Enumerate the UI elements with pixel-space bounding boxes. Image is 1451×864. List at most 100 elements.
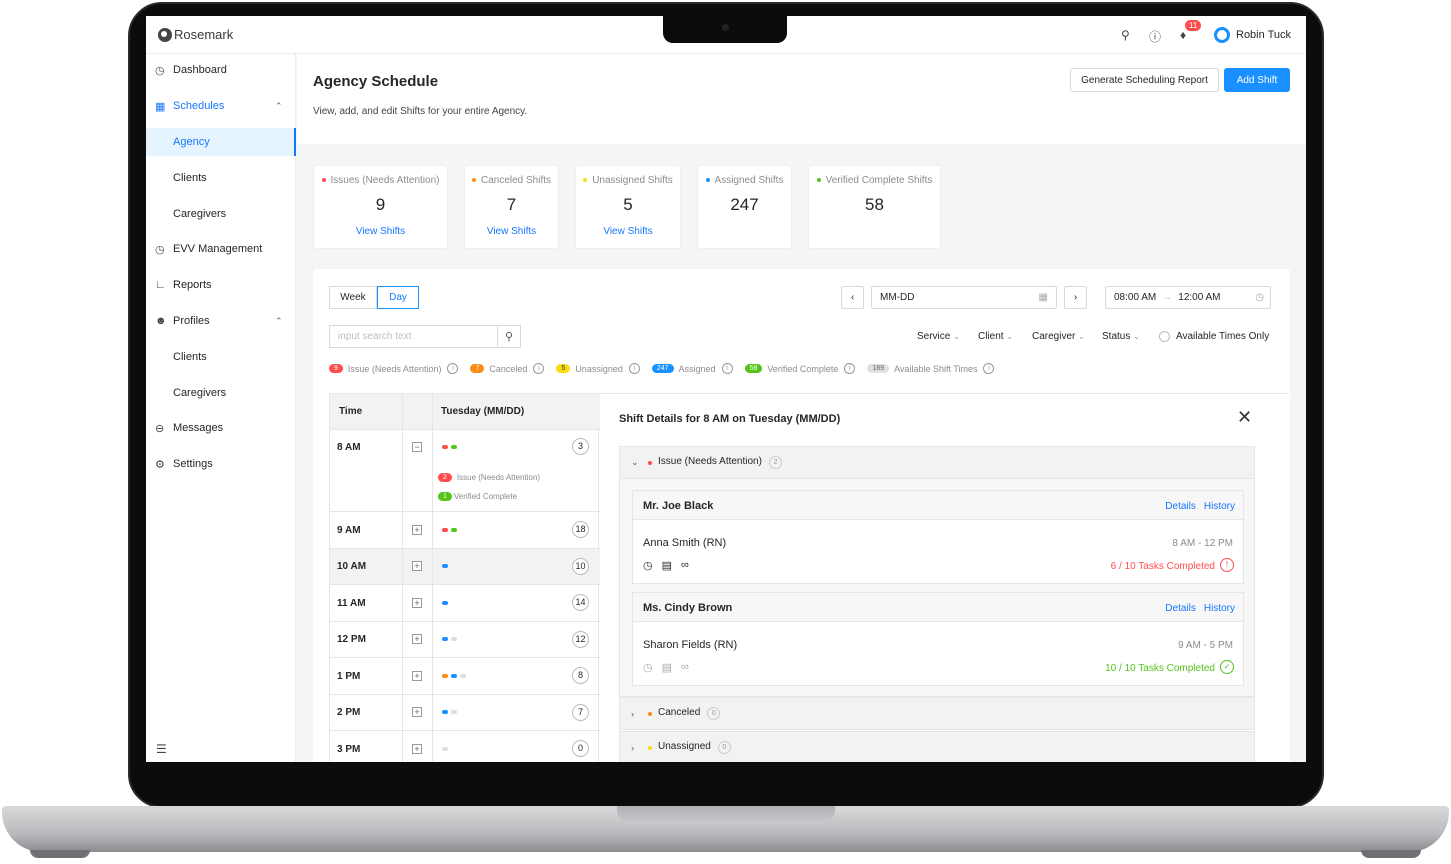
row-time: 3 PM [337,744,361,755]
logo-icon [158,27,172,42]
calendar-icon: ▦ [1038,292,1048,303]
row-time: 10 AM [337,561,367,572]
details-link[interactable]: Details [1165,603,1196,614]
sidebar-item-messages[interactable]: ⊖ Messages [146,414,296,442]
info-icon[interactable]: i [721,363,733,374]
chevron-down-icon: ⌄ [1078,332,1085,341]
tasks-completed: 6 / 10 Tasks Completed [1110,561,1215,572]
bell-icon[interactable]: ♦ [1180,28,1186,42]
tasks-completed: 10 / 10 Tasks Completed [1105,663,1215,674]
summary-card-verified: Verified Complete Shifts 58 [808,165,941,249]
sidebar-item-reports[interactable]: ∟ Reports [146,271,296,299]
search-input[interactable]: input search text [329,325,521,348]
sidebar-item-dashboard[interactable]: ◷ Dashboard [146,56,296,84]
notification-badge: 11 [1185,20,1202,31]
details-link[interactable]: Details [1165,501,1196,512]
week-toggle[interactable]: Week [329,286,377,309]
chevron-up-icon: ⌃ [275,100,283,111]
group-unassigned-header[interactable]: › Unassigned 0 [619,731,1255,762]
info-icon[interactable]: i [533,363,545,374]
brand-logo[interactable]: Rosemark [158,27,233,42]
expand-toggle[interactable]: + [412,671,422,681]
view-shifts-link[interactable]: View Shifts [314,226,447,237]
close-icon[interactable]: ✕ [1237,407,1252,428]
table-row[interactable]: 10 AM + 10 [330,549,600,585]
next-date-button[interactable]: › [1064,286,1087,309]
group-canceled-header[interactable]: › Canceled 0 [619,697,1255,730]
date-picker[interactable]: MM-DD ▦ [871,286,1057,309]
table-row[interactable]: 8 AM − 3 2 Issue (Needs Attention) 1 Verif… [330,430,600,512]
clock-icon: ◷ [1255,292,1264,303]
history-link[interactable]: History [1204,603,1235,614]
day-toggle[interactable]: Day [377,286,419,309]
sidebar-item-agency[interactable]: Agency [146,128,296,156]
table-row[interactable]: 9 AM + 18 [330,512,600,549]
chevron-right-icon: › [1073,292,1078,303]
card-value: 5 [623,195,633,214]
card-label: Issues (Needs Attention) [330,175,440,186]
sidebar-item-profiles[interactable]: ☻ Profiles ⌃ [146,307,296,335]
shift-card[interactable]: Ms. Cindy Brown Details History Sharon Fi… [632,592,1244,686]
expand-toggle[interactable]: + [412,634,422,644]
view-shifts-link[interactable]: View Shifts [465,226,558,237]
legend-label: Assigned [678,363,716,374]
row-count: 10 [572,558,589,575]
info-icon[interactable]: i [628,363,640,374]
view-shifts-link[interactable]: View Shifts [576,226,680,237]
check-icon: ✓ [1220,660,1234,674]
table-row[interactable]: 3 PM + 0 [330,731,600,762]
sidebar-item-evv[interactable]: ◷ EVV Management [146,235,296,263]
legend-label: Issue (Needs Attention) [456,473,541,482]
generate-report-button[interactable]: Generate Scheduling Report [1070,68,1219,92]
help-icon[interactable]: ⓘ [1149,28,1161,45]
status-filter[interactable]: Status ⌄ [1102,331,1140,342]
expand-toggle[interactable]: + [412,525,422,535]
sidebar-item-settings[interactable]: ⚙ Settings [146,450,296,478]
sidebar-item-profile-clients[interactable]: Clients [146,343,296,371]
caregiver-filter[interactable]: Caregiver ⌄ [1032,331,1085,342]
search-icon[interactable]: ⚲ [1121,28,1130,42]
table-row[interactable]: 11 AM + 14 [330,585,600,622]
group-issue-header[interactable]: ⌄ Issue (Needs Attention) 2 [619,446,1255,479]
history-link[interactable]: History [1204,501,1235,512]
collapse-toggle[interactable]: − [412,442,422,452]
prev-date-button[interactable]: ‹ [841,286,864,309]
table-row[interactable]: 1 PM + 8 [330,658,600,695]
search-button[interactable]: ⚲ [497,325,521,348]
info-icon[interactable]: i [447,363,459,374]
sidebar-item-schedule-caregivers[interactable]: Caregivers [146,200,296,228]
collapse-menu-icon[interactable]: ☰ [156,742,167,756]
shift-card[interactable]: Mr. Joe Black Details History Anna Smith … [632,490,1244,584]
row-count: 18 [572,521,589,538]
avatar[interactable] [1214,27,1230,43]
time-start: 08:00 AM [1114,292,1157,303]
expand-toggle[interactable]: + [412,707,422,717]
sidebar-item-profile-caregivers[interactable]: Caregivers [146,379,296,407]
expand-toggle[interactable]: + [412,598,422,608]
row-count: 12 [572,631,589,648]
add-shift-button[interactable]: Add Shift [1224,68,1290,92]
legend-label: Available Shift Times [894,363,978,374]
info-icon[interactable]: i [844,363,856,374]
table-row[interactable]: 12 PM + 12 [330,622,600,658]
client-filter[interactable]: Client ⌄ [978,331,1013,342]
expand-toggle[interactable]: + [412,561,422,571]
group-label: Unassigned [658,741,711,752]
time-range-picker[interactable]: 08:00 AM → 12:00 AM ◷ [1105,286,1271,309]
expand-toggle[interactable]: + [412,744,422,754]
service-filter[interactable]: Service ⌄ [917,331,960,342]
sidebar-item-schedule-clients[interactable]: Clients [146,164,296,192]
caregiver-name: Anna Smith (RN) [643,537,727,549]
info-icon[interactable]: i [983,363,995,374]
chart-icon: ∟ [155,279,166,291]
chevron-down-icon: ⌄ [1133,332,1140,341]
sidebar-item-schedules[interactable]: ▦ Schedules ⌃ [146,92,296,120]
sidebar-item-label: Reports [173,279,212,291]
user-name[interactable]: Robin Tuck [1236,29,1291,41]
table-row[interactable]: 2 PM + 7 [330,695,600,731]
status-dots [442,528,457,532]
laptop-foot [1361,850,1421,858]
available-times-toggle[interactable]: Available Times Only [1159,331,1269,342]
user-icon: ☻ [155,315,167,327]
legend-count: 5 [556,364,571,373]
